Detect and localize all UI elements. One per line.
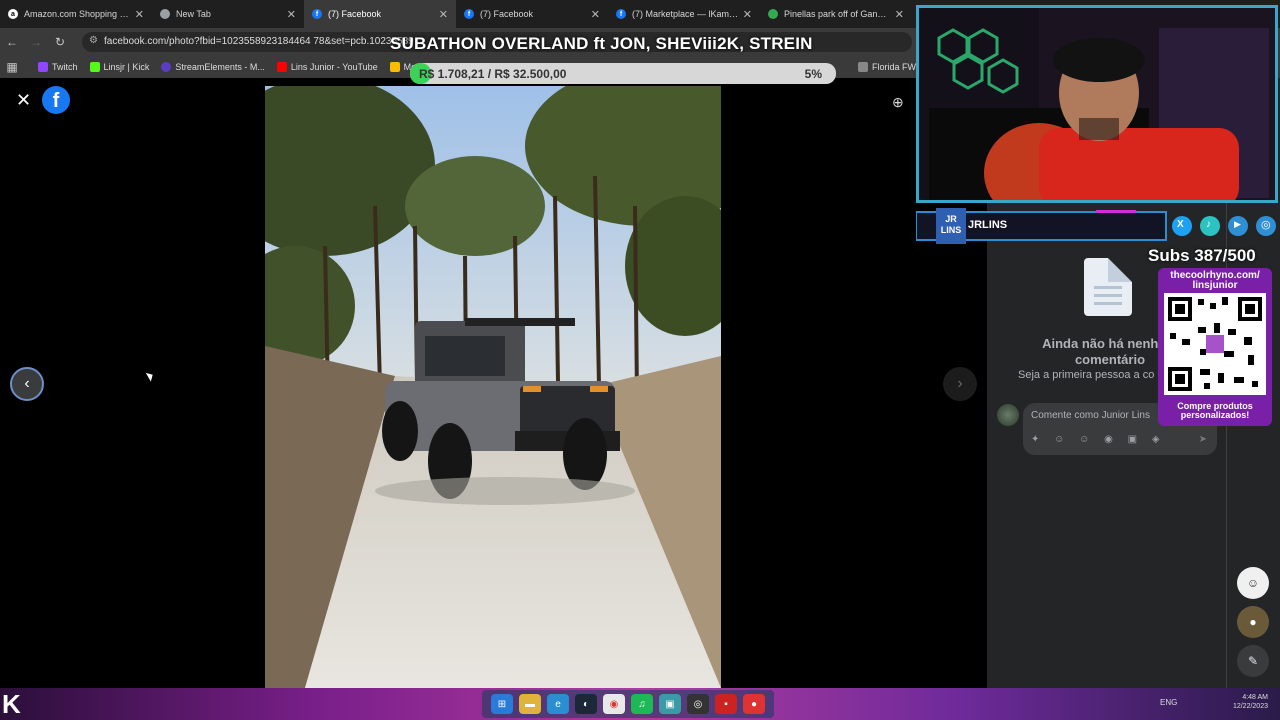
chrome-icon[interactable]: ◉ [603,694,625,714]
subs-counter: Subs 387/500 [1148,246,1256,265]
bookmark-label: Florida FWC [872,62,923,72]
reload-icon[interactable]: ↻ [48,35,72,49]
youtube-icon: ▶ [1234,219,1241,229]
no-comments-subtitle: Seja a primeira pessoa a co [1018,369,1155,381]
document-icon [1084,258,1132,316]
maps-pin-icon [768,9,778,19]
bookmark-florida-fwc[interactable]: Florida FWC [858,62,923,72]
forward-icon[interactable]: → [24,35,48,49]
goal-amount: R$ 1.708,21 / R$ 32.500,00 [419,67,567,81]
photo-image[interactable] [265,86,721,688]
drive-icon [389,62,400,72]
tab-new-tab[interactable]: New Tab ✕ [152,0,304,28]
goal-percent: 5% [804,67,822,81]
merch-qr-panel: thecoolrhyno.com/ linsjunior Compre prod… [1158,268,1272,426]
close-tab-icon[interactable]: ✕ [895,8,904,21]
voicemod-icon[interactable]: ▪ [715,694,737,714]
spotify-icon[interactable]: ♫ [631,694,653,714]
jrlins-logo: JR LINS [940,214,962,235]
close-icon[interactable]: ✕ [16,90,31,111]
close-tab-icon[interactable]: ✕ [743,8,752,21]
bookmark-label: Twitch [52,62,78,72]
comment-placeholder: Comente como Junior Lins [1031,410,1150,421]
merch-url: thecoolrhyno.com/ linsjunior [1170,270,1260,291]
tab-amazon[interactable]: a Amazon.com Shopping Cart ✕ [0,0,152,28]
qr-code-graphic [1164,293,1266,395]
bookmark-kick[interactable]: Linsjr | Kick [89,62,150,72]
bookmark-streamelements[interactable]: StreamElements - M... [161,62,265,72]
bookmark-youtube[interactable]: Lins Junior - YouTube [276,62,378,72]
back-icon[interactable]: ← [0,35,24,49]
bookmark-label: StreamElements - M... [175,62,265,72]
close-tab-icon[interactable]: ✕ [591,8,600,21]
tab-title: (7) Marketplace — lKamper S [632,9,739,19]
folder-icon[interactable]: ▬ [519,694,541,714]
webcam-overlay [916,5,1278,203]
donation-goal-bar: R$ 1.708,21 / R$ 32.500,00 5% [410,63,836,84]
tab-facebook[interactable]: f (7) Facebook ✕ [456,0,608,28]
send-icon[interactable]: ➤ [1199,434,1207,445]
contact-avatar-button-2[interactable]: ● [1237,606,1269,638]
facebook-icon: f [616,9,626,19]
facebook-icon: f [464,9,474,19]
tab-title: New Tab [176,9,211,19]
site-info-icon[interactable]: ⚙ [89,35,98,46]
tray-language[interactable]: ENG [1160,698,1177,707]
qr-code [1164,293,1266,395]
steam-icon[interactable]: ◐ [575,694,597,714]
stream-title: SUBATHON OVERLAND ft JON, SHEViii2K, STR… [390,34,813,53]
clock-time: 4:48 AM [1242,694,1268,701]
apps-grid-icon[interactable]: ▦ [0,60,24,74]
app-icon[interactable]: ▣ [659,694,681,714]
tab-maps[interactable]: Pinellas park off of Gandy - G ✕ [760,0,912,28]
chrome-icon [160,9,170,19]
tiktok-icon: ♪ [1206,219,1211,230]
new-message-icon[interactable]: ✎ [1237,645,1269,677]
x-icon: X [1177,219,1184,230]
truck-photo [265,86,721,688]
next-photo-button[interactable]: › [943,367,977,401]
bookmark-label: Lins Junior - YouTube [290,62,378,72]
recorder-icon[interactable]: ● [743,694,765,714]
avatar [997,404,1019,426]
kick-logo: K [2,689,21,719]
tab-title: Pinellas park off of Gandy - G [784,9,891,19]
amazon-icon: a [8,9,18,19]
comment-tools-icons[interactable]: ✦ ☺ ☺ ◉ ▣ ◈ [1031,434,1166,445]
tab-facebook-active[interactable]: f (7) Facebook ✕ [304,0,456,28]
twitch-icon [38,62,48,72]
streamelements-icon [161,62,172,72]
taskbar-clock[interactable]: 4:48 AM 12/22/2023 [1228,693,1268,711]
channel-name: JRLINS [968,219,1008,231]
obs-icon[interactable]: ◎ [687,694,709,714]
close-tab-icon[interactable]: ✕ [439,8,448,21]
contact-avatar-button[interactable]: ☺ [1237,567,1269,599]
merch-cta: Compre produtos personalizados! [1177,401,1253,420]
youtube-icon [276,62,287,72]
clock-date: 12/22/2023 [1232,703,1268,710]
tab-marketplace[interactable]: f (7) Marketplace — lKamper S ✕ [608,0,760,28]
tab-title: (7) Facebook [328,9,382,19]
webcam-image [919,8,1275,200]
tab-title: (7) Facebook [480,9,534,19]
edge-icon[interactable]: e [547,694,569,714]
bookmark-twitch[interactable]: Twitch [38,62,78,72]
bookmark-label: Linsjr | Kick [103,62,150,72]
facebook-icon: f [312,9,322,19]
instagram-icon: ◎ [1261,219,1271,231]
channel-name-bar: JRLINS JR LINS X ♪ ▶ ◎ [915,206,1278,244]
taskbar-apps: ⊞ ▬ e ◐ ◉ ♫ ▣ ◎ ▪ ● [482,690,774,718]
close-tab-icon[interactable]: ✕ [287,8,296,21]
zoom-in-icon[interactable]: ⊕ [892,94,904,111]
close-tab-icon[interactable]: ✕ [135,8,144,21]
previous-photo-button[interactable]: ‹ [10,367,44,401]
fwc-icon [858,62,868,72]
chevron-left-icon: ‹ [24,375,30,392]
chevron-right-icon: › [957,375,963,392]
tab-title: Amazon.com Shopping Cart [24,9,131,19]
url-text: facebook.com/photo?fbid=1023558923184464… [104,36,414,47]
start-icon[interactable]: ⊞ [491,694,513,714]
kick-icon [89,62,100,72]
facebook-logo[interactable]: f [42,86,70,114]
